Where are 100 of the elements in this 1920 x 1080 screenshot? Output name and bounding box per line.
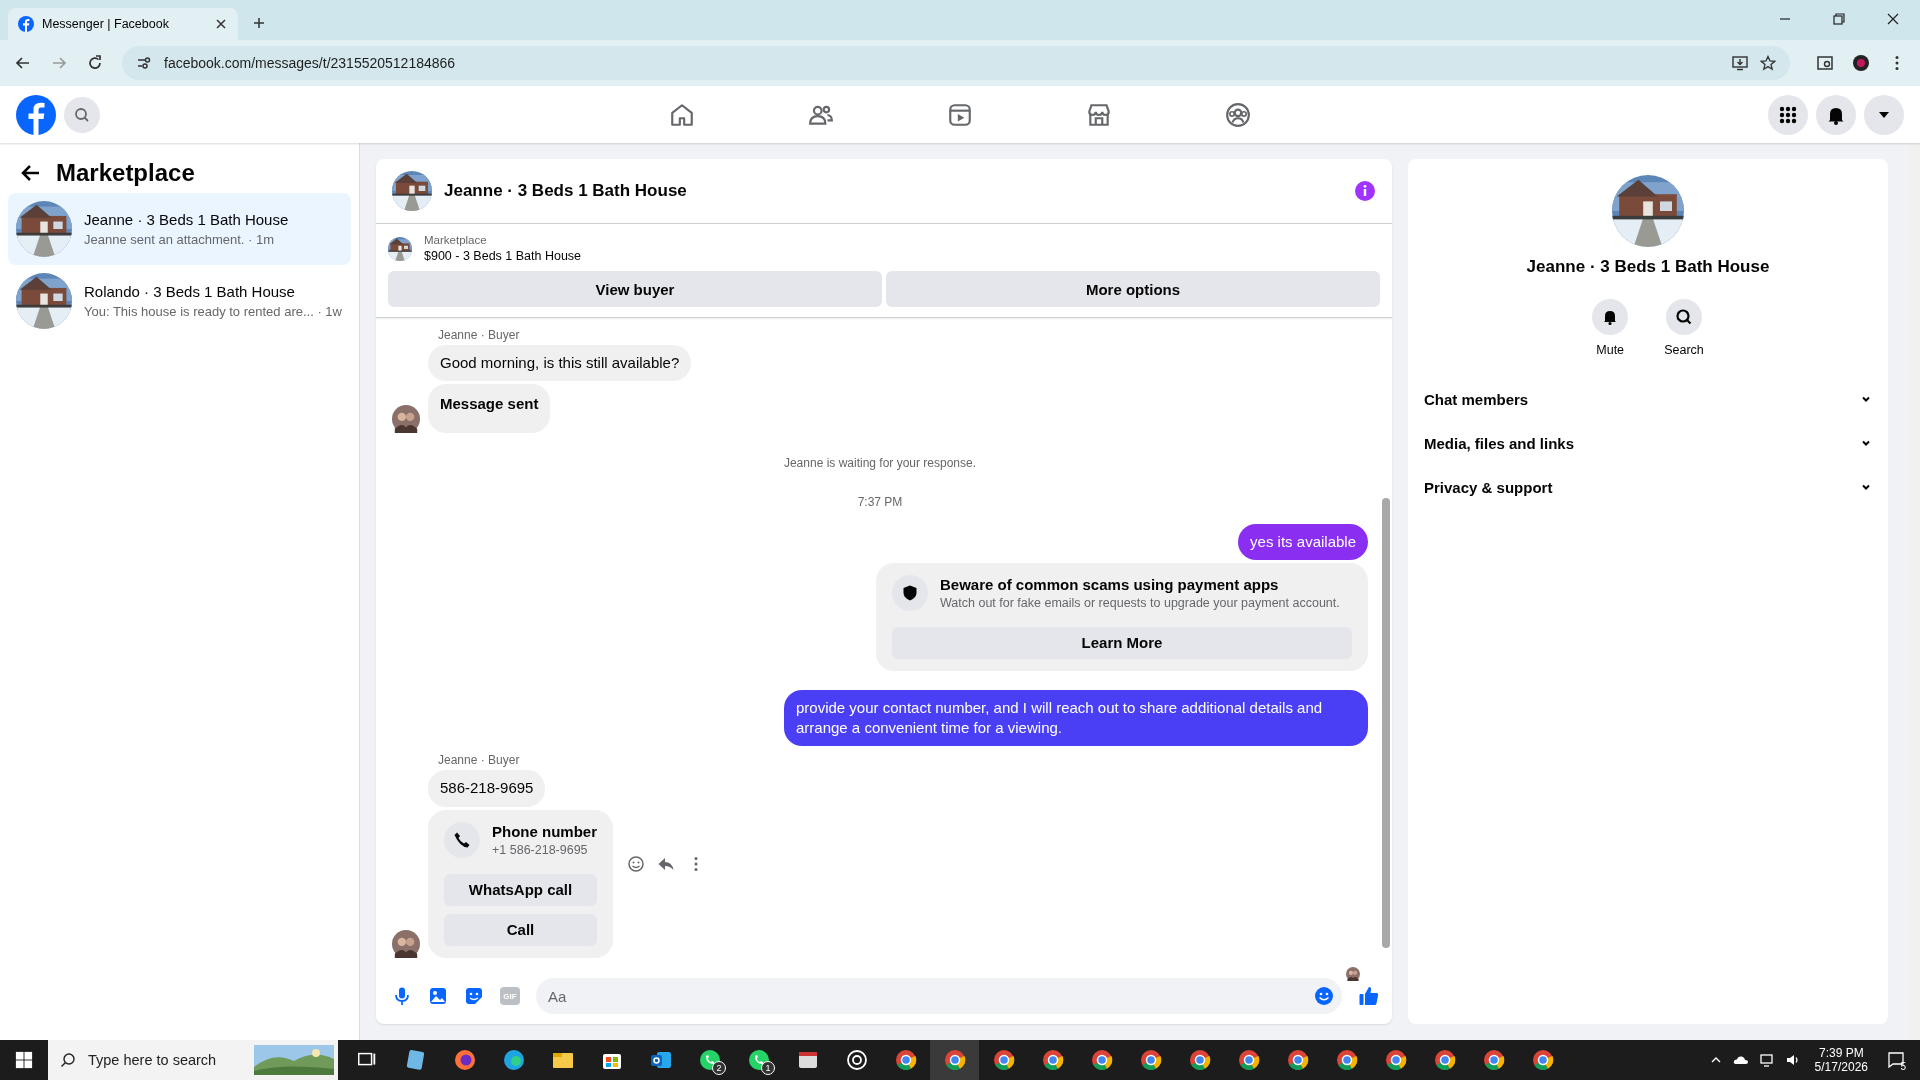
- app-icon: [1040, 1048, 1065, 1072]
- app-icon: [991, 1048, 1016, 1072]
- message-bubble: 586-218-9695: [428, 770, 546, 807]
- app-icon: [1285, 1048, 1310, 1072]
- conversation-name: Rolando · 3 Beds 1 Bath House: [84, 283, 296, 300]
- section-header[interactable]: Media, files and links: [1424, 421, 1872, 465]
- scrollbar[interactable]: [1908, 143, 1920, 1040]
- app-icon: [1334, 1048, 1359, 1072]
- grid-icon: [1778, 104, 1798, 125]
- start-icon[interactable]: [15, 1051, 33, 1069]
- sender-label: Jeanne · Buyer: [438, 753, 521, 768]
- message-bubble: yes its available: [1238, 523, 1368, 560]
- thumbs-up-icon[interactable]: [1358, 985, 1380, 1007]
- app-icon: [844, 1048, 869, 1072]
- conversation-item[interactable]: Jeanne · 3 Beds 1 Bath House Jeanne sent an attachment. · 1m: [8, 193, 351, 265]
- clock-date: 5/17/2026: [1814, 1060, 1868, 1074]
- new-tab-icon[interactable]: [252, 16, 266, 30]
- call-button[interactable]: WhatsApp call: [444, 873, 597, 906]
- mute-button[interactable]: [1592, 299, 1629, 335]
- chat-title: Jeanne · 3 Beds 1 Bath House: [444, 181, 687, 201]
- facebook-logo-icon: [18, 16, 34, 32]
- volume-icon[interactable]: [1784, 1052, 1801, 1068]
- conversation-name: Jeanne · 3 Beds 1 Bath House: [84, 211, 289, 228]
- section-header[interactable]: Privacy & support: [1424, 465, 1872, 509]
- notifications-button[interactable]: [1816, 94, 1856, 135]
- taskbar-button[interactable]: [930, 1040, 979, 1080]
- app-icon: [893, 1048, 918, 1072]
- badge: 1: [761, 1061, 775, 1075]
- contact-title: Phone number: [492, 822, 597, 840]
- profile-icon[interactable]: [1852, 54, 1870, 72]
- conversation-item[interactable]: Rolando · 3 Beds 1 Bath House You: This house is ready to rented are... · 1w: [8, 265, 351, 337]
- app-icon: [1089, 1048, 1114, 1072]
- taskbar-button[interactable]: 2: [685, 1040, 734, 1080]
- section-header[interactable]: Chat members: [1424, 377, 1872, 421]
- tab-title: Messenger | Facebook: [42, 17, 170, 31]
- message-bubble: Good morning, is this still available?: [428, 345, 692, 382]
- url-text: facebook.com/messages/t/2315520512184866: [164, 55, 456, 71]
- close-icon[interactable]: [214, 17, 228, 31]
- action-button[interactable]: View buyer: [388, 271, 882, 307]
- restore-icon[interactable]: [1832, 12, 1846, 26]
- emoji-icon[interactable]: [1314, 986, 1334, 1006]
- app-icon: [1383, 1048, 1408, 1072]
- search-button[interactable]: [1666, 299, 1702, 335]
- conversation-preview: Jeanne sent an attachment. · 1m: [84, 232, 276, 247]
- sender-label: Jeanne · Buyer: [438, 328, 521, 342]
- address-bar[interactable]: facebook.com/messages/t/2315520512184866: [122, 46, 1790, 80]
- action-label: Search: [1664, 343, 1704, 357]
- badge: 2: [712, 1061, 726, 1075]
- app-icon: [942, 1048, 967, 1072]
- message-input[interactable]: Aa: [536, 978, 1342, 1014]
- warning-text: Watch out for fake emails or requests to upgrade your payment account.: [940, 595, 1340, 610]
- notifications-button[interactable]: 5: [1878, 1040, 1914, 1080]
- page-title: Marketplace: [56, 159, 195, 187]
- search-icon: [1675, 308, 1693, 326]
- reload-icon[interactable]: [86, 54, 104, 72]
- conversation-preview: You: This house is ready to rented are... · 1w: [84, 304, 342, 319]
- message-bubble: Message sent: [428, 384, 551, 433]
- network-icon[interactable]: [1758, 1052, 1775, 1068]
- contact-number: +1 586-218-9695: [492, 842, 589, 857]
- info-icon[interactable]: [1354, 180, 1376, 202]
- timestamp: 7:37 PM: [857, 494, 903, 509]
- install-icon[interactable]: [1732, 55, 1748, 71]
- microphone-icon[interactable]: [392, 986, 412, 1006]
- notification-count: 5: [1900, 1061, 1906, 1072]
- app-icon: [1138, 1048, 1163, 1072]
- app-icon: [1236, 1048, 1261, 1072]
- menu-button[interactable]: [1768, 94, 1808, 135]
- browser-tab[interactable]: Messenger | Facebook: [8, 8, 238, 40]
- side-panel-icon[interactable]: [1816, 54, 1834, 72]
- video-icon[interactable]: [947, 101, 973, 128]
- learn-more-button[interactable]: Learn More: [892, 626, 1352, 659]
- sticker-icon[interactable]: [464, 986, 484, 1006]
- facebook-logo-icon[interactable]: [16, 94, 56, 135]
- status-text: Jeanne is waiting for your response.: [783, 455, 977, 470]
- warning-title: Beware of common scams using payment apps: [940, 575, 1280, 593]
- smiley-icon[interactable]: [627, 854, 645, 873]
- app-icon: [1530, 1048, 1555, 1072]
- app-icon: [452, 1048, 477, 1072]
- site-settings-icon[interactable]: [136, 55, 152, 71]
- phone-icon: [444, 821, 480, 858]
- action-button[interactable]: More options: [886, 271, 1380, 307]
- contact-name: Jeanne · 3 Beds 1 Bath House: [1526, 257, 1770, 277]
- avatar: [1346, 966, 1360, 981]
- home-icon[interactable]: [669, 101, 695, 128]
- message-bubble: provide your contact number, and I will reach out to share additional details and arrange a convenient time for a viewing.: [784, 689, 1368, 747]
- clock-time: 7:39 PM: [1818, 1046, 1864, 1060]
- action-label: Mute: [1596, 343, 1625, 357]
- image-icon[interactable]: [428, 986, 448, 1006]
- shield-icon: [892, 574, 928, 611]
- taskbar-button[interactable]: 1: [734, 1040, 783, 1080]
- call-button[interactable]: Call: [444, 913, 597, 946]
- search-icon: [60, 1052, 76, 1068]
- groups-icon[interactable]: [1225, 101, 1251, 128]
- app-icon: [1187, 1048, 1212, 1072]
- star-icon[interactable]: [1760, 55, 1776, 71]
- store-icon[interactable]: [1086, 101, 1112, 128]
- message-icon: [1887, 1051, 1905, 1069]
- close-icon[interactable]: [1886, 12, 1900, 26]
- listing-label: Marketplace: [424, 234, 488, 246]
- listing-title: $900 - 3 Beds 1 Bath House: [424, 249, 582, 263]
